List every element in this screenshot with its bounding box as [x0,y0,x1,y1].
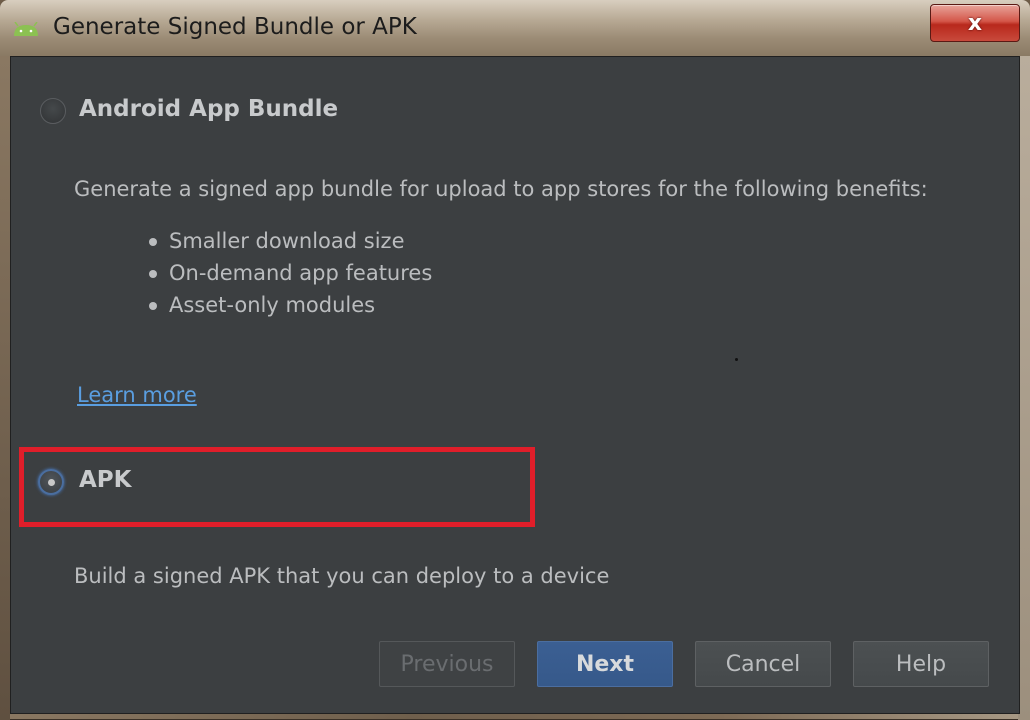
radio-selected-dot [47,478,55,486]
bullet-icon [149,238,157,246]
window-frame-left [0,56,10,720]
benefit-text: Asset-only modules [169,293,376,317]
window-title: Generate Signed Bundle or APK [53,14,417,40]
bullet-icon [149,302,157,310]
list-item: Smaller download size [147,225,432,257]
apk-radio[interactable] [38,469,64,495]
title-bar[interactable]: Generate Signed Bundle or APK x [0,0,1030,56]
previous-button[interactable]: Previous [379,641,515,687]
learn-more-link[interactable]: Learn more [77,383,197,407]
cancel-button[interactable]: Cancel [695,641,831,687]
bundle-description: Generate a signed app bundle for upload … [74,177,928,201]
apk-option-label[interactable]: APK [79,467,131,493]
benefits-list: Smaller download size On-demand app feat… [147,225,432,321]
apk-description: Build a signed APK that you can deploy t… [74,564,610,588]
close-button[interactable]: x [930,4,1020,42]
stray-dot [735,358,738,361]
list-item: Asset-only modules [147,289,432,321]
dialog-window: Generate Signed Bundle or APK x Android … [0,0,1030,720]
next-button[interactable]: Next [537,641,673,687]
bundle-radio[interactable] [40,98,66,124]
close-icon: x [967,10,983,36]
android-icon [14,22,38,36]
benefit-text: On-demand app features [169,261,433,285]
bundle-option-label[interactable]: Android App Bundle [79,96,338,122]
bullet-icon [149,270,157,278]
dialog-content: Android App Bundle Generate a signed app… [10,56,1020,714]
benefit-text: Smaller download size [169,229,405,253]
help-button[interactable]: Help [853,641,989,687]
list-item: On-demand app features [147,257,432,289]
